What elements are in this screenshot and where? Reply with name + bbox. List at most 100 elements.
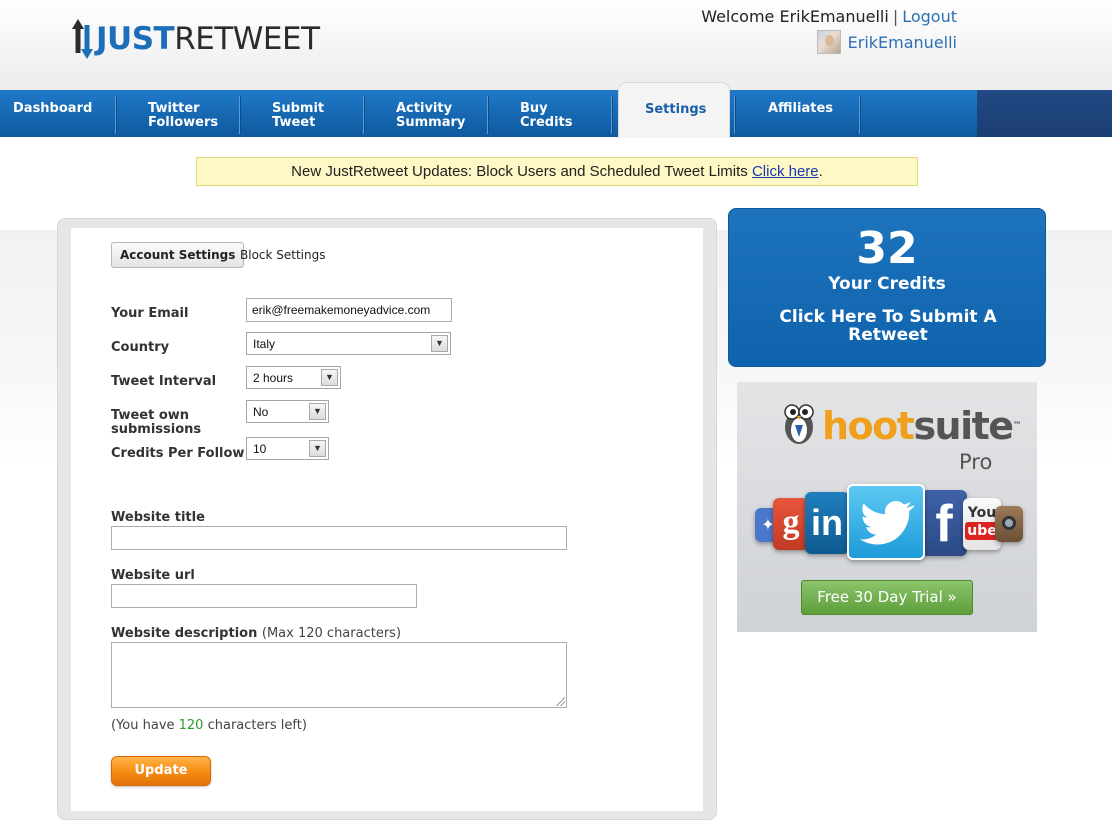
hootsuite-logo: hootsuite™ [822,404,1022,448]
country-select[interactable]: Italy ▼ [246,332,451,355]
brand-hoot: hoot [822,404,915,448]
hootsuite-ad[interactable]: hootsuite™ Pro ✦ g in f You ube Free 30 D… [737,382,1037,632]
nav-item-label: Affiliates [768,101,834,116]
main-nav: Dashboard Twitter Followers Submit Tweet… [0,90,1112,137]
chevron-down-icon[interactable]: ▼ [431,335,448,352]
credits-per-follow-select[interactable]: 10 ▼ [246,437,329,460]
website-description-field[interactable] [111,642,567,708]
nav-item-settings[interactable]: Settings [618,82,730,138]
google-plus-icon: g [773,498,809,550]
tweet-interval-label: Tweet Interval [111,374,217,389]
logo[interactable]: JUSTRETWEET [70,16,320,62]
submit-retweet-link[interactable]: Click Here To Submit A Retweet [759,308,1017,344]
nav-item-label: Activity [396,101,453,116]
credits-per-follow-value: 10 [253,442,267,456]
nav-item-buy-credits[interactable]: Buy Credits [520,90,572,137]
chars-prefix: (You have [111,718,179,733]
website-title-label: Website title [111,510,205,525]
tier-label: Pro [959,450,993,474]
logo-retweet: RETWEET [174,20,320,57]
tweet-own-label-line1: Tweet own [111,408,190,423]
logo-wordmark: JUSTRETWEET [96,20,320,57]
nav-right-block [977,90,1112,137]
nav-divider [611,96,612,134]
notice-text: New JustRetweet Updates: Block Users and… [291,163,752,180]
linkedin-icon: in [805,492,849,554]
chevron-down-icon[interactable]: ▼ [309,440,326,457]
credits-label: Your Credits [828,274,946,294]
nav-item-label: Twitter [148,101,200,116]
nav-item-label: Summary [396,115,466,130]
settings-form: Account Settings Block Settings Your Ema… [71,228,703,811]
chevron-down-icon[interactable]: ▼ [309,403,326,420]
website-description-label: Website description (Max 120 characters) [111,627,401,641]
welcome-line: Welcome ErikEmanuelli | Logout [701,7,957,26]
credits-count: 32 [856,223,918,274]
nav-item-label: Dashboard [13,101,93,116]
chars-left-count: 120 [178,718,204,733]
characters-left: (You have 120 characters left) [111,718,307,733]
nav-divider [487,96,488,134]
website-description-hint: (Max 120 characters) [261,626,402,641]
chars-suffix: characters left) [203,718,307,733]
resize-grip-icon[interactable] [556,697,565,706]
owl-icon [781,397,817,445]
settings-panel: Account Settings Block Settings Your Ema… [57,218,717,820]
nav-item-label: Credits [520,115,573,130]
nav-item-label: Tweet [272,115,316,130]
brand-suite: suite [913,404,1014,448]
nav-item-label: Submit [272,101,325,116]
website-url-field[interactable] [111,584,417,608]
tweet-own-value: No [253,405,269,419]
tab-account-settings[interactable]: Account Settings [111,242,245,268]
notice-suffix: . [818,163,823,180]
nav-divider [859,96,860,134]
nav-item-label: Followers [148,115,219,130]
credits-box[interactable]: 32 Your Credits Click Here To Submit A R… [728,208,1046,367]
country-label: Country [111,340,170,355]
update-notice: New JustRetweet Updates: Block Users and… [196,157,918,186]
update-button[interactable]: Update [111,756,211,786]
country-value: Italy [253,337,276,351]
tweet-own-select[interactable]: No ▼ [246,400,329,423]
tab-block-settings[interactable]: Block Settings [240,248,326,262]
instagram-icon [995,506,1023,542]
username-link[interactable]: ErikEmanuelli [848,33,957,52]
instagram-lens [1002,516,1016,530]
facebook-icon: f [921,490,967,556]
tweet-own-label: Tweet own submissions [111,409,201,437]
nav-item-label: Buy [520,101,548,116]
email-label: Your Email [111,306,189,321]
nav-item-activity-summary[interactable]: Activity Summary [396,90,465,137]
nav-item-twitter-followers[interactable]: Twitter Followers [148,90,218,137]
nav-divider [115,96,116,134]
avatar[interactable] [816,30,841,54]
welcome-separator: | [892,7,899,26]
logo-just: JUST [96,20,175,57]
logout-link[interactable]: Logout [902,7,957,26]
website-description-title: Website description [111,626,258,641]
tweet-interval-select[interactable]: 2 hours ▼ [246,366,341,389]
twitter-icon [847,484,925,560]
email-field[interactable]: erik@freemakemoneyadvice.com [246,298,452,322]
nav-item-label: Settings [645,102,707,117]
notice-link[interactable]: Click here [752,163,819,180]
credits-per-follow-label: Credits Per Follow [111,446,245,461]
nav-item-dashboard[interactable]: Dashboard [13,90,92,137]
free-trial-button[interactable]: Free 30 Day Trial » [801,580,973,615]
nav-divider [363,96,364,134]
tweet-own-label-line2: submissions [111,422,202,437]
trademark: ™ [1012,421,1022,431]
nav-divider [734,96,735,134]
retweet-arrows-icon [70,17,94,61]
tweet-interval-value: 2 hours [253,371,294,385]
nav-divider [239,96,240,134]
nav-item-affiliates[interactable]: Affiliates [768,90,833,137]
website-title-field[interactable] [111,526,567,550]
chevron-down-icon[interactable]: ▼ [321,369,338,386]
nav-item-submit-tweet[interactable]: Submit Tweet [272,90,324,137]
website-url-label: Website url [111,568,195,583]
welcome-text: Welcome ErikEmanuelli [701,7,889,26]
user-profile[interactable]: ErikEmanuelli [816,30,957,54]
header-band [0,70,1112,92]
